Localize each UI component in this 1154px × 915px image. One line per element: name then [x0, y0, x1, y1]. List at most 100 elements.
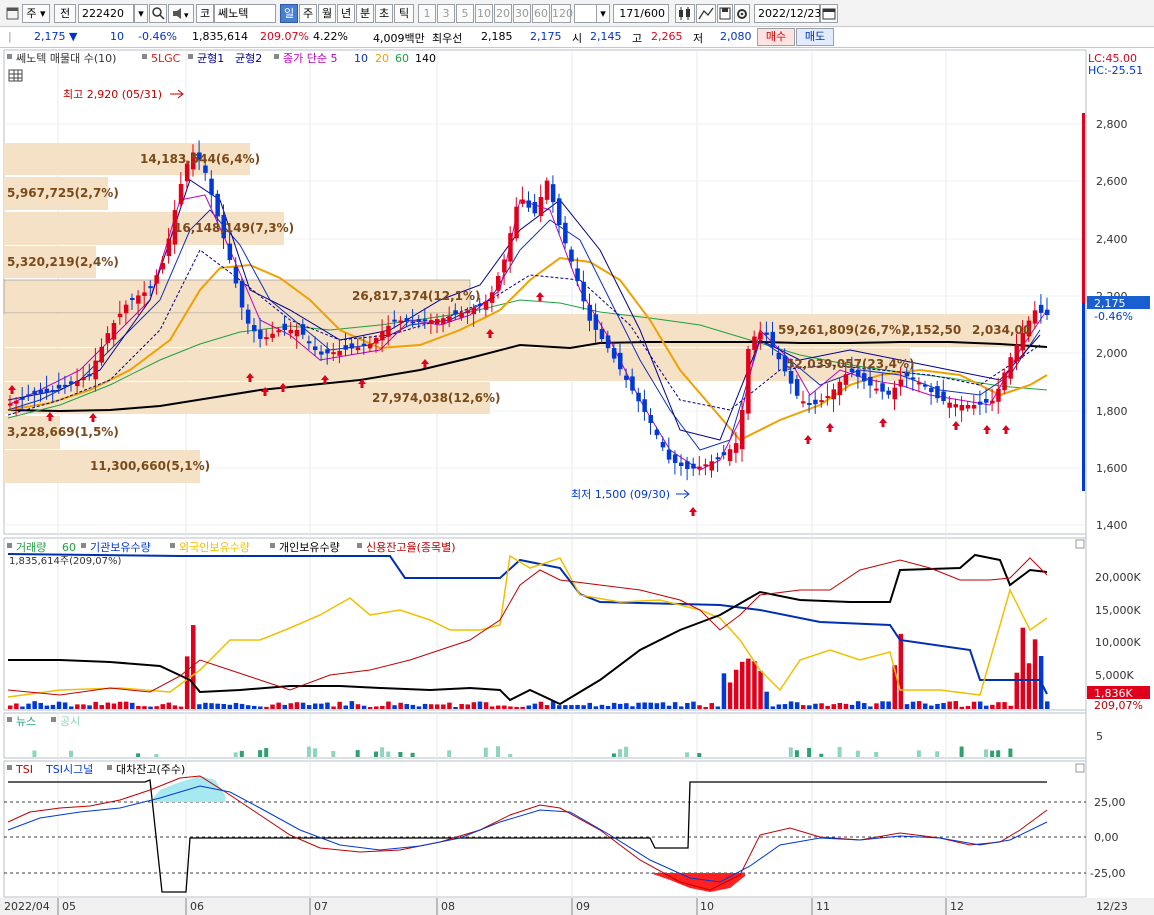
legend-5lgc[interactable]: 5LGC — [151, 52, 181, 65]
legend-square-icon — [51, 717, 56, 722]
buy-button[interactable]: 매수 — [757, 28, 795, 46]
gear-icon[interactable] — [734, 4, 750, 23]
candle-body — [1038, 304, 1044, 313]
legend-square-icon — [142, 54, 147, 59]
save-icon[interactable] — [717, 4, 733, 23]
legend-ma10[interactable]: 10 — [354, 52, 368, 65]
volume-bar — [69, 706, 74, 709]
volume-bar — [380, 705, 385, 709]
period-day-tab[interactable]: 일 — [280, 4, 298, 23]
volume-bar — [56, 701, 62, 709]
profile-label: 2,152,50 — [902, 323, 961, 337]
volume-bar — [306, 705, 312, 709]
legend-ma20[interactable]: 20 — [375, 52, 389, 65]
period-minute-tab[interactable]: 분 — [356, 4, 374, 23]
legend-tsi[interactable]: TSI — [15, 763, 33, 776]
period-week-tab[interactable]: 주 — [299, 4, 317, 23]
market-select[interactable]: 주 ▾ — [22, 4, 50, 23]
legend-lending[interactable]: 대차잔고(주수) — [116, 763, 185, 776]
volume-bar — [197, 704, 202, 709]
candle-body — [270, 333, 275, 338]
legend-news[interactable]: 뉴스 — [16, 715, 36, 728]
legend-volume[interactable]: 거래량 — [16, 541, 46, 554]
volume-bar — [581, 705, 586, 709]
speaker-icon[interactable]: ▾ — [168, 4, 194, 23]
calendar-icon[interactable] — [820, 4, 838, 23]
period-tick-tab[interactable]: 틱 — [394, 4, 414, 23]
code-input[interactable]: 222420 — [78, 4, 134, 23]
volume-bar — [703, 706, 708, 709]
interval-10-button[interactable]: 10 — [475, 4, 493, 23]
period-year-tab[interactable]: 년 — [337, 4, 355, 23]
legend-institution[interactable]: 기관보유수량 — [90, 541, 151, 554]
interval-3-button[interactable]: 3 — [437, 4, 455, 23]
interval-dropdown-chevron-icon[interactable]: ▾ — [596, 4, 610, 23]
interval-20-button[interactable]: 20 — [494, 4, 512, 23]
interval-120-button[interactable]: 120 — [551, 4, 573, 23]
candle-body — [410, 321, 416, 324]
volume-bar — [825, 705, 830, 709]
legend-ma140[interactable]: 140 — [415, 52, 436, 65]
volume-profile-bar — [4, 348, 910, 381]
date-field[interactable]: 2022/12/23 — [754, 4, 821, 23]
period-second-tab[interactable]: 초 — [375, 4, 393, 23]
legend-title[interactable]: 쎄노텍 매물대 수(10) — [16, 52, 116, 65]
chart-area[interactable]: 최고 2,920 (05/31) 최저 1,500 (09/30) 14,183… — [0, 48, 1154, 915]
stock-name-field[interactable]: 쎄노텍 — [214, 4, 276, 23]
volume-bar — [130, 702, 135, 709]
volume-bar — [416, 706, 422, 709]
news-bar — [916, 750, 921, 757]
volume-bar — [801, 705, 806, 709]
count-field[interactable]: 171/600 — [613, 4, 669, 23]
news-bar — [855, 750, 860, 757]
candle-body — [87, 374, 92, 377]
grid-toggle-icon[interactable] — [8, 69, 23, 82]
legend-balance1[interactable]: 균형1 — [197, 52, 224, 65]
volume-panel-minimize-icon[interactable] — [1075, 539, 1085, 549]
legend-volume-ma60[interactable]: 60 — [62, 541, 76, 554]
tsi-y-tick: 0,00 — [1094, 831, 1119, 844]
trend-line-icon[interactable] — [696, 4, 716, 23]
news-bar — [355, 750, 360, 757]
volume-bar — [740, 661, 745, 709]
legend-balance2[interactable]: 균형2 — [235, 52, 262, 65]
legend-ma60[interactable]: 60 — [395, 52, 409, 65]
legend-individual[interactable]: 개인보유수량 — [279, 541, 340, 554]
window-menu-icon[interactable] — [4, 4, 21, 23]
legend-credit[interactable]: 신용잔고율(종목별) — [366, 541, 456, 554]
code-dropdown-chevron-icon[interactable]: ▾ — [134, 4, 148, 23]
candle-body — [294, 330, 300, 337]
volume-bar — [14, 703, 19, 709]
tsi-panel-minimize-icon[interactable] — [1075, 763, 1085, 773]
volume-bar — [313, 703, 318, 709]
candle-body — [14, 400, 19, 404]
candle-body — [215, 193, 220, 217]
interval-60-button[interactable]: 60 — [532, 4, 550, 23]
volume-bar — [868, 706, 873, 709]
candle-body — [703, 464, 708, 467]
volume-bar — [50, 704, 56, 709]
volume-bar — [666, 705, 672, 709]
candle-body — [349, 343, 355, 349]
candle-body — [550, 184, 556, 203]
interval-1-button[interactable]: 1 — [418, 4, 436, 23]
market-label: 주 — [26, 7, 37, 20]
volume-bar — [648, 702, 653, 709]
prev-button[interactable]: 전 — [54, 4, 76, 23]
profile-label: 59,261,809(26,7%) — [778, 323, 907, 337]
legend-tsi-signal[interactable]: TSI시그널 — [45, 763, 93, 776]
candle-type-icon[interactable] — [675, 4, 695, 23]
candle-body — [130, 297, 135, 300]
volume-sub-label: 1,835,614주(209,07%) — [9, 556, 121, 567]
legend-ma5[interactable]: 종가 단순 5 — [283, 52, 337, 65]
candle-body — [142, 292, 147, 296]
period-month-tab[interactable]: 월 — [318, 4, 336, 23]
legend-disclosure[interactable]: 공시 — [60, 715, 80, 728]
sell-button[interactable]: 매도 — [796, 28, 834, 46]
interval-30-button[interactable]: 30 — [513, 4, 531, 23]
legend-foreign[interactable]: 외국인보유수량 — [179, 541, 250, 554]
svg-text:▾: ▾ — [184, 11, 189, 21]
volume-bar — [733, 669, 739, 709]
interval-5-button[interactable]: 5 — [456, 4, 474, 23]
search-icon[interactable] — [149, 4, 167, 23]
